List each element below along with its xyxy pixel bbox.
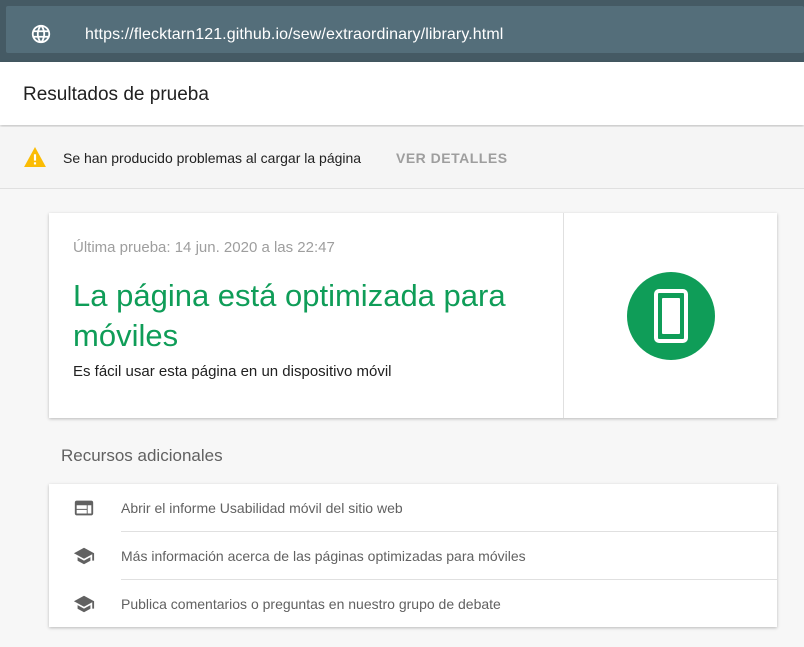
resource-label: Publica comentarios o preguntas en nuest… — [121, 596, 501, 612]
page-title: Resultados de prueba — [23, 84, 209, 105]
warning-banner: Se han producido problemas al cargar la … — [0, 127, 804, 189]
result-subtext: Es fácil usar esta página en un disposit… — [73, 363, 392, 380]
resources-title: Recursos adicionales — [61, 446, 223, 465]
warning-icon — [24, 147, 46, 167]
url-field[interactable]: https://flecktarn121.github.io/sew/extra… — [6, 6, 804, 53]
resource-label: Abrir el informe Usabilidad móvil del si… — [121, 500, 403, 516]
school-icon — [73, 547, 95, 565]
phone-body — [654, 289, 688, 343]
result-summary: Última prueba: 14 jun. 2020 a las 22:47 … — [49, 213, 564, 418]
school-icon — [73, 595, 95, 613]
mobile-phone-icon — [627, 272, 715, 360]
view-details-link[interactable]: VER DETALLES — [396, 150, 508, 166]
url-text: https://flecktarn121.github.io/sew/extra… — [85, 26, 504, 43]
globe-icon — [31, 24, 51, 44]
phone-screen — [662, 298, 680, 334]
warning-message: Se han producido problemas al cargar la … — [63, 150, 362, 166]
result-card: Última prueba: 14 jun. 2020 a las 22:47 … — [49, 213, 777, 418]
resource-item-discussion-group[interactable]: Publica comentarios o preguntas en nuest… — [49, 580, 777, 628]
result-headline: La página está optimizada para móviles — [73, 278, 506, 353]
resource-label: Más información acerca de las páginas op… — [121, 548, 526, 564]
web-report-icon — [74, 500, 94, 516]
resource-item-usability-report[interactable]: Abrir el informe Usabilidad móvil del si… — [49, 484, 777, 532]
resources-list: Abrir el informe Usabilidad móvil del si… — [49, 484, 777, 627]
last-test-date: Última prueba: 14 jun. 2020 a las 22:47 — [73, 239, 335, 256]
resource-item-learn-more[interactable]: Más información acerca de las páginas op… — [49, 532, 777, 580]
page-header: Resultados de prueba — [0, 62, 804, 125]
address-bar: https://flecktarn121.github.io/sew/extra… — [0, 0, 804, 62]
